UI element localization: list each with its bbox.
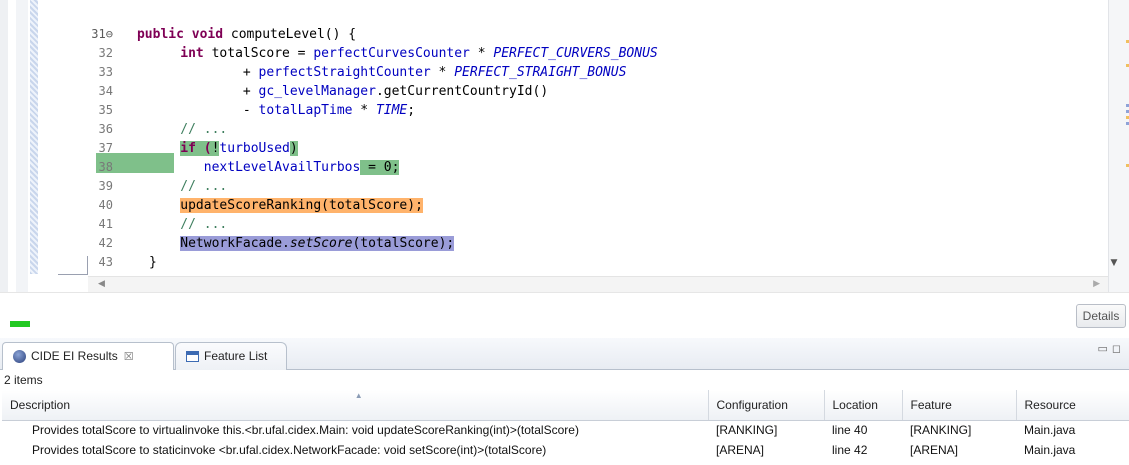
table-row[interactable]: Provides totalScore to staticinvoke <br.… xyxy=(2,440,1129,460)
tab-cide-ei-results[interactable]: CIDE EI Results ☒ xyxy=(2,342,174,370)
details-button[interactable]: Details xyxy=(1076,304,1126,328)
cell-configuration: [ARENA] xyxy=(708,440,824,460)
editor-left-ruler xyxy=(16,0,28,292)
scroll-left-arrow-icon[interactable]: ◀ xyxy=(98,279,105,289)
line-number: 43 xyxy=(98,255,113,269)
cell-resource: Main.java xyxy=(1016,440,1129,460)
code-line[interactable]: 43} xyxy=(38,234,658,270)
column-header-resource[interactable]: Resource xyxy=(1016,390,1129,421)
cell-feature: [ARENA] xyxy=(902,440,1016,460)
code-line[interactable]: 41 // ... xyxy=(38,196,658,232)
cide-results-icon xyxy=(13,350,26,364)
tab-feature-list[interactable]: Feature List xyxy=(175,342,287,370)
code-line[interactable]: 42 NetworkFacade.setScore(totalScore); xyxy=(38,215,658,251)
code-line[interactable]: 38 nextLevelAvailTurbos = 0; xyxy=(38,139,658,175)
cell-description: Provides totalScore to staticinvoke <br.… xyxy=(2,440,708,460)
results-panel: CIDE EI Results ☒ Feature List ▭◻ 2 items… xyxy=(0,338,1129,465)
code-line[interactable]: 39 // ... xyxy=(38,158,658,194)
column-header-feature[interactable]: Feature xyxy=(902,390,1017,421)
code-line[interactable]: 35 - totalLapTime * TIME; xyxy=(38,82,658,118)
code-line[interactable]: 34 + gc_levelManager.getCurrentCountryId… xyxy=(38,63,658,99)
editor-change-bar xyxy=(30,0,38,274)
scroll-down-arrow-icon[interactable]: ▼ xyxy=(1108,256,1120,270)
column-header-location[interactable]: Location xyxy=(824,390,903,421)
minimize-icon[interactable]: ▭ xyxy=(1097,343,1111,355)
horizontal-scrollbar[interactable]: ◀ ▶ xyxy=(88,276,1108,292)
table-row[interactable]: Provides totalScore to virtualinvoke thi… xyxy=(2,420,1129,440)
column-header-configuration[interactable]: Configuration xyxy=(708,390,825,421)
cell-location: line 40 xyxy=(824,420,902,440)
code-area[interactable]: 31⊖ public void computeLevel() { 32 int t… xyxy=(38,6,658,270)
cell-description: Provides totalScore to virtualinvoke thi… xyxy=(2,420,708,440)
table-header-row: ▲ Description Configuration Location Feat… xyxy=(2,390,1129,421)
code-line[interactable]: 40 updateScoreRanking(totalScore); xyxy=(38,177,658,213)
status-strip: Details xyxy=(0,292,1129,338)
cell-location: line 42 xyxy=(824,440,902,460)
panel-tabbar: CIDE EI Results ☒ Feature List ▭◻ xyxy=(0,338,1129,370)
current-line-marker xyxy=(58,256,88,275)
code-line[interactable]: 32 int totalScore = perfectCurvesCounter… xyxy=(38,25,658,61)
sort-ascending-icon: ▲ xyxy=(354,391,363,400)
maximize-icon[interactable]: ◻ xyxy=(1112,343,1125,355)
panel-window-controls: ▭◻ xyxy=(1097,342,1125,355)
code-line[interactable]: 36 // ... xyxy=(38,101,658,137)
cell-feature: [RANKING] xyxy=(902,420,1016,440)
progress-indicator xyxy=(10,321,30,327)
cell-resource: Main.java xyxy=(1016,420,1129,440)
cell-configuration: [RANKING] xyxy=(708,420,824,440)
code-line[interactable]: 33 + perfectStraightCounter * PERFECT_ST… xyxy=(38,44,658,80)
close-tab-icon[interactable]: ☒ xyxy=(124,351,134,363)
code-line[interactable]: 37 if (!turboUsed) xyxy=(38,120,658,156)
code-editor[interactable]: 31⊖ public void computeLevel() { 32 int t… xyxy=(0,0,1129,292)
feature-list-icon xyxy=(186,351,199,363)
scroll-right-arrow-icon[interactable]: ▶ xyxy=(1093,279,1100,289)
column-header-description[interactable]: ▲ Description xyxy=(2,390,709,421)
item-count: 2 items xyxy=(0,370,1129,390)
overview-ruler[interactable] xyxy=(1108,0,1129,292)
code-line[interactable]: 31⊖ public void computeLevel() { xyxy=(38,6,658,42)
results-table[interactable]: ▲ Description Configuration Location Feat… xyxy=(2,390,1129,460)
